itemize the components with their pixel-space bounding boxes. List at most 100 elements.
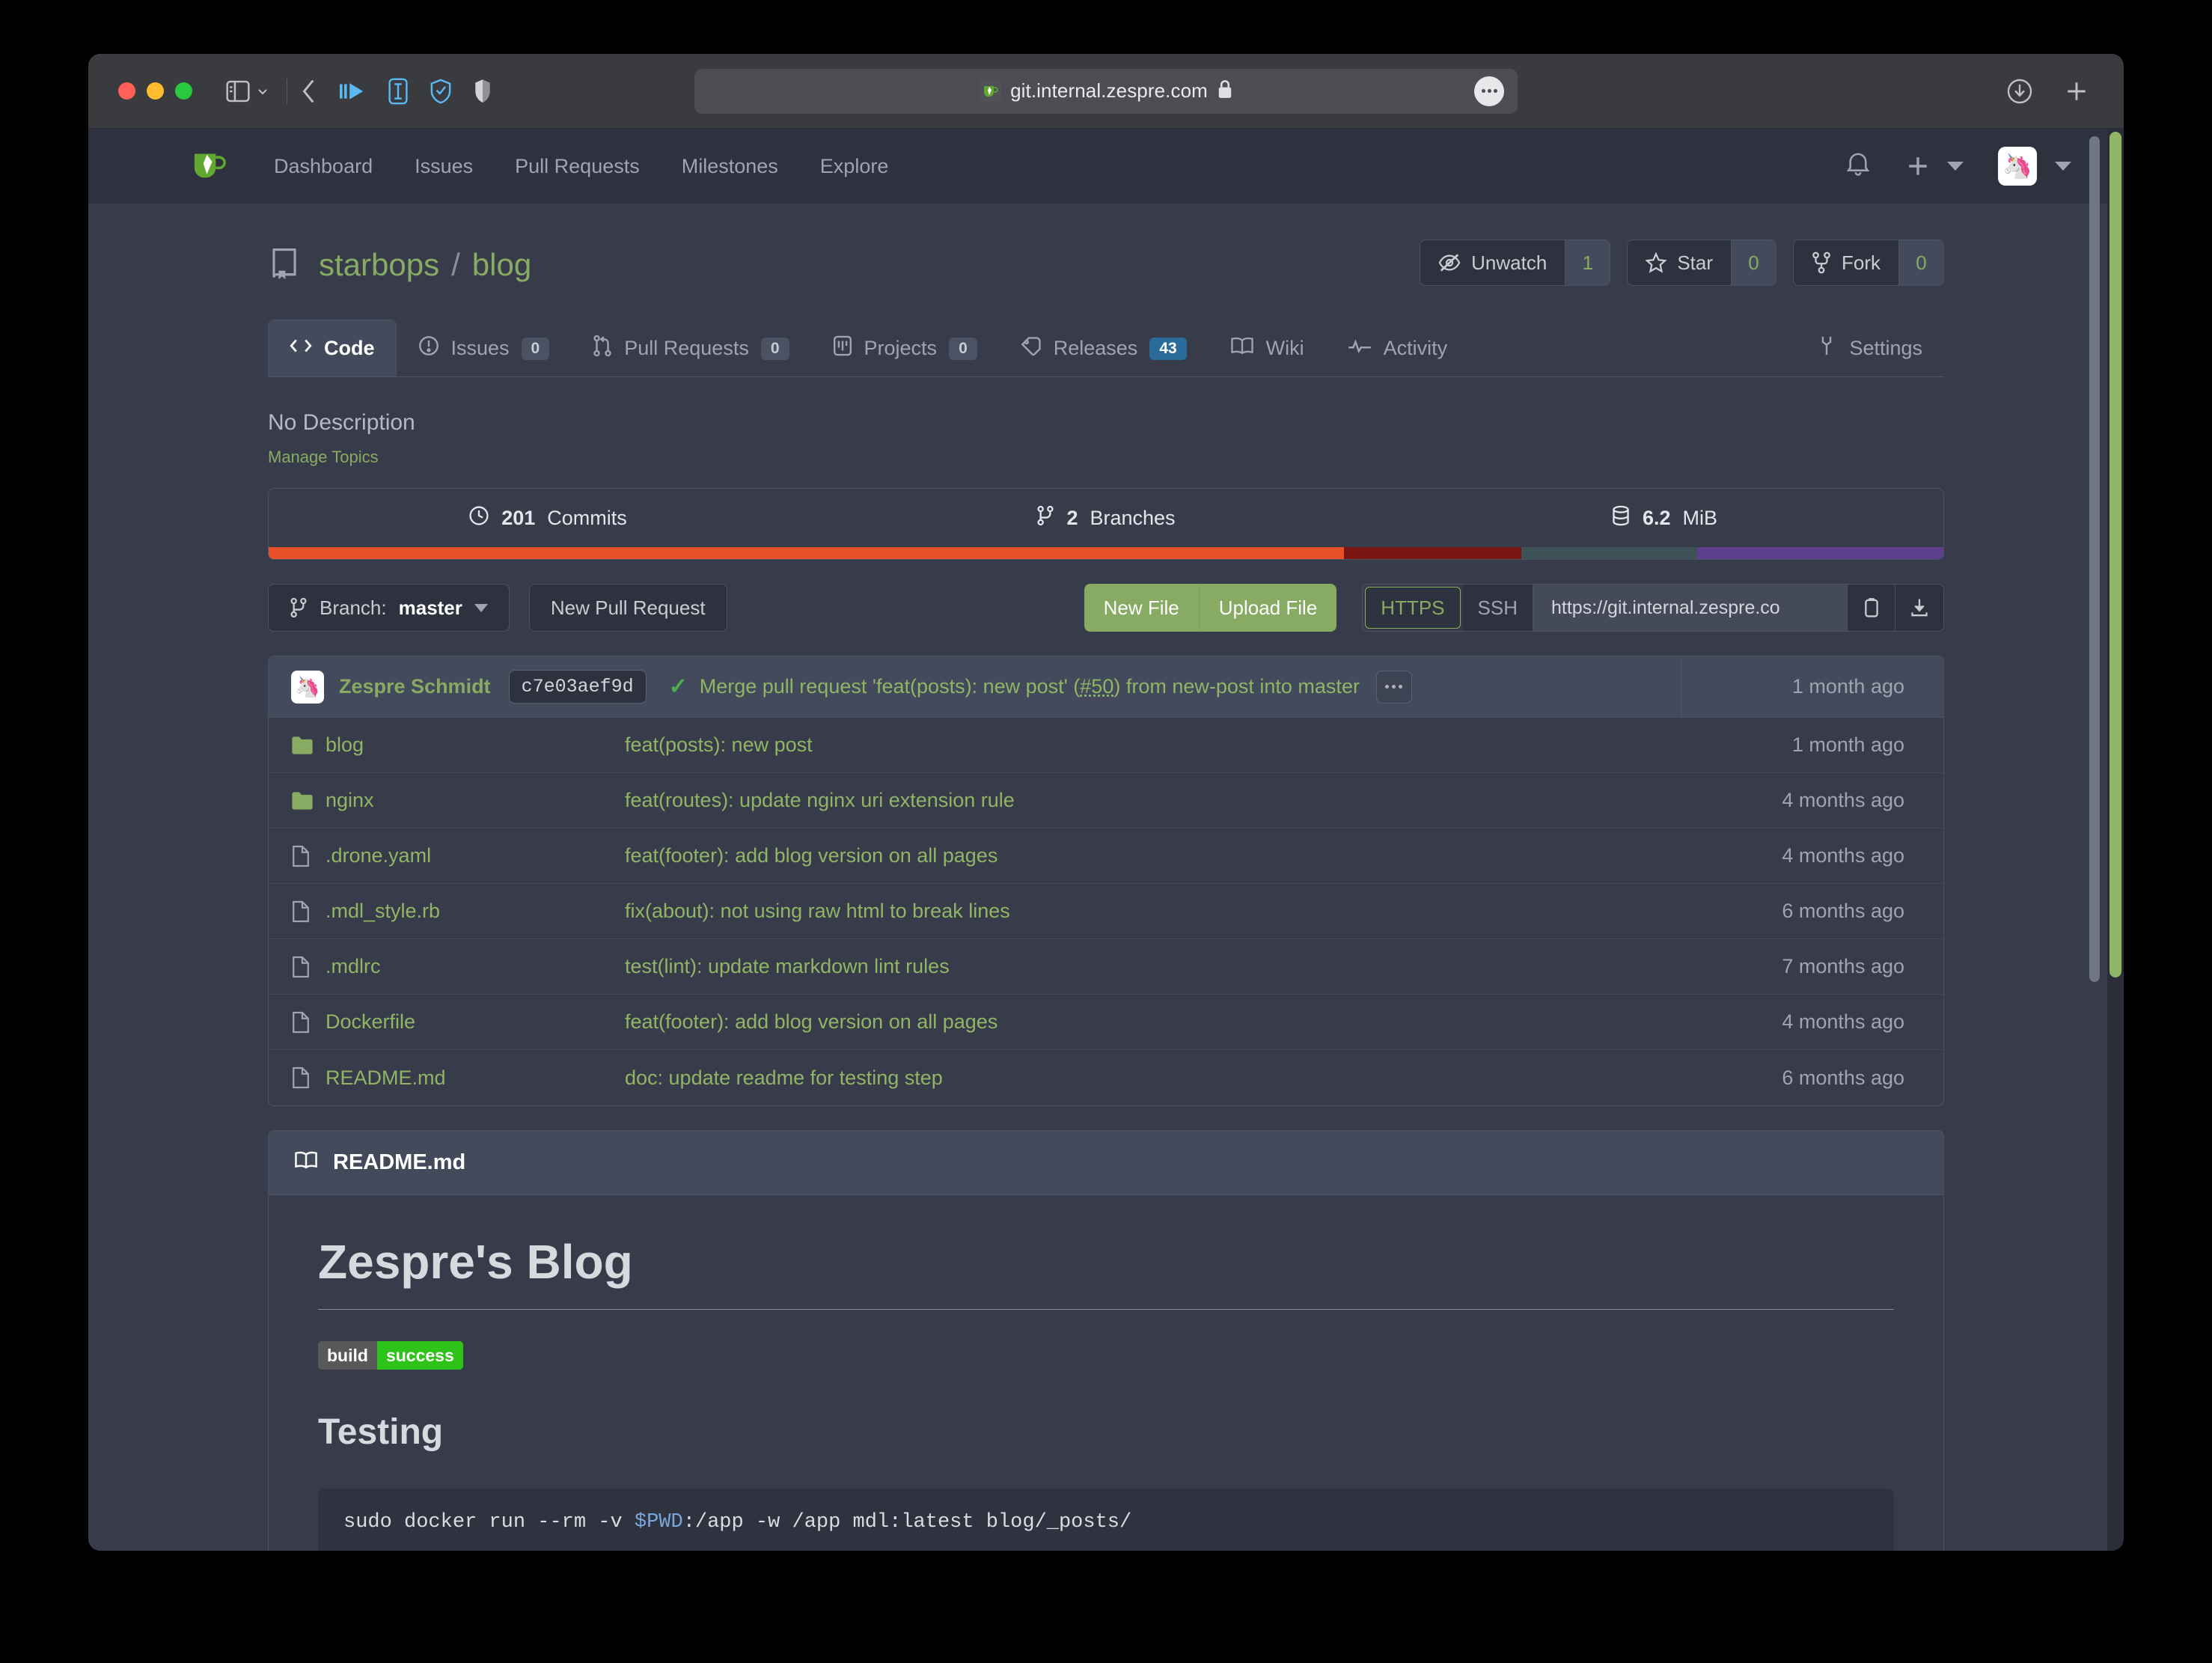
manage-topics-link[interactable]: Manage Topics: [268, 448, 1944, 467]
bell-icon[interactable]: [1845, 151, 1871, 182]
file-commit-message[interactable]: feat(footer): add blog version on all pa…: [625, 844, 1681, 867]
window-traffic-lights[interactable]: [118, 82, 192, 100]
commit-message-link[interactable]: Merge pull request 'feat(posts): new pos…: [700, 675, 1360, 698]
file-commit-message[interactable]: feat(footer): add blog version on all pa…: [625, 1010, 1681, 1034]
tab-overview-icon[interactable]: [340, 80, 367, 103]
upload-file-button[interactable]: Upload File: [1200, 584, 1337, 632]
repo-stats-panel: 201 Commits 2: [268, 488, 1944, 560]
issue-opened-icon: [418, 335, 439, 361]
clone-ssh-button[interactable]: SSH: [1463, 585, 1533, 631]
file-commit-message[interactable]: feat(routes): update nginx uri extension…: [625, 789, 1681, 812]
nav-pull-requests[interactable]: Pull Requests: [515, 155, 640, 178]
fork-button[interactable]: Fork: [1794, 240, 1898, 285]
new-tab-plus-icon[interactable]: [2064, 79, 2089, 104]
shield-check-icon[interactable]: [430, 79, 452, 104]
file-row[interactable]: Dockerfilefeat(footer): add blog version…: [269, 995, 1943, 1050]
gitea-logo[interactable]: [190, 147, 229, 186]
file-row[interactable]: nginxfeat(routes): update nginx uri exte…: [269, 773, 1943, 829]
repo-path-separator: /: [451, 247, 460, 283]
file-commit-message[interactable]: fix(about): not using raw html to break …: [625, 900, 1681, 923]
user-menu[interactable]: 🦄: [1998, 147, 2071, 186]
commit-author-link[interactable]: Zespre Schmidt: [339, 675, 491, 698]
star-button[interactable]: Star: [1628, 240, 1731, 285]
page-inner-scrollbar-thumb[interactable]: [2089, 136, 2100, 982]
clone-url-input[interactable]: https://git.internal.zespre.co: [1533, 585, 1848, 631]
file-row[interactable]: blogfeat(posts): new post1 month ago: [269, 718, 1943, 773]
tab-pull-requests[interactable]: Pull Requests 0: [571, 320, 810, 376]
stat-branches[interactable]: 2 Branches: [827, 489, 1385, 547]
tab-releases[interactable]: Releases 43: [999, 320, 1209, 376]
file-row[interactable]: .mdlrctest(lint): update markdown lint r…: [269, 939, 1943, 995]
fork-button-group[interactable]: Fork 0: [1793, 239, 1944, 286]
wrench-icon: [1816, 335, 1837, 361]
tab-issues[interactable]: Issues 0: [397, 320, 572, 376]
commit-expand-button[interactable]: [1376, 671, 1412, 704]
commit-message-suffix: ) from new-post into master: [1113, 675, 1360, 698]
tab-wiki[interactable]: Wiki: [1209, 320, 1326, 376]
tab-projects[interactable]: Projects 0: [811, 320, 999, 376]
tab-code[interactable]: Code: [268, 320, 397, 376]
unwatch-button-group[interactable]: Unwatch 1: [1420, 239, 1610, 286]
tag-icon: [1021, 336, 1042, 361]
stat-commits[interactable]: 201 Commits: [269, 489, 827, 547]
file-name-link[interactable]: .drone.yaml: [326, 844, 625, 867]
nav-dashboard[interactable]: Dashboard: [274, 155, 373, 178]
repo-name-link[interactable]: blog: [472, 247, 531, 283]
repo-owner-link[interactable]: starbops: [319, 247, 439, 283]
browser-scrollbar-thumb[interactable]: [2109, 132, 2121, 977]
language-segment-3: [1697, 547, 1943, 559]
sidebar-toggle-icon[interactable]: [225, 80, 251, 103]
nav-issues[interactable]: Issues: [415, 155, 473, 178]
new-file-button[interactable]: New File: [1084, 584, 1200, 632]
sidebar-chevron-down-icon[interactable]: [255, 84, 270, 99]
file-name-link[interactable]: blog: [326, 733, 625, 757]
clone-https-button[interactable]: HTTPS: [1365, 587, 1460, 629]
create-new-menu[interactable]: [1905, 153, 1964, 179]
language-segment-1: [1344, 547, 1521, 559]
file-timestamp: 4 months ago: [1681, 789, 1921, 812]
file-name-link[interactable]: Dockerfile: [326, 1010, 625, 1034]
url-bar[interactable]: git.internal.zespre.com: [694, 69, 1518, 114]
file-name-link[interactable]: README.md: [326, 1067, 625, 1090]
nav-explore[interactable]: Explore: [820, 155, 889, 178]
more-ellipsis-icon[interactable]: [1474, 76, 1504, 106]
download-icon[interactable]: [2007, 79, 2032, 104]
repository-icon: [268, 248, 301, 282]
new-pull-request-button[interactable]: New Pull Request: [529, 584, 727, 632]
privacy-shield-icon[interactable]: [473, 79, 492, 104]
reader-view-icon[interactable]: [388, 78, 409, 105]
file-row[interactable]: .mdl_style.rbfix(about): not using raw h…: [269, 884, 1943, 939]
back-chevron-icon[interactable]: [299, 79, 319, 104]
unwatch-button[interactable]: Unwatch: [1420, 240, 1565, 285]
download-zip-icon[interactable]: [1895, 585, 1943, 631]
file-row[interactable]: .drone.yamlfeat(footer): add blog versio…: [269, 829, 1943, 884]
file-name-link[interactable]: .mdlrc: [326, 955, 625, 978]
browser-scrollbar-track[interactable]: [2107, 129, 2124, 1551]
file-commit-message[interactable]: doc: update readme for testing step: [625, 1067, 1681, 1090]
repository-tabs: Code Issues 0: [268, 320, 1944, 377]
build-status-badge: build success: [318, 1341, 463, 1370]
check-mark-icon: ✓: [669, 674, 688, 700]
database-icon: [1611, 505, 1631, 531]
file-commit-message[interactable]: feat(posts): new post: [625, 733, 1681, 757]
stat-size[interactable]: 6.2 MiB: [1385, 489, 1943, 547]
file-name-link[interactable]: nginx: [326, 789, 625, 812]
repo-stats-row: 201 Commits 2: [269, 489, 1943, 547]
file-commit-message[interactable]: test(lint): update markdown lint rules: [625, 955, 1681, 978]
nav-milestones[interactable]: Milestones: [682, 155, 778, 178]
commit-issue-ref[interactable]: #50: [1080, 675, 1113, 698]
close-window-button[interactable]: [118, 82, 135, 100]
tab-settings[interactable]: Settings: [1794, 320, 1944, 376]
folder-icon: [291, 791, 326, 811]
maximize-window-button[interactable]: [175, 82, 192, 100]
clipboard-copy-icon[interactable]: [1848, 585, 1895, 631]
language-color-bar: [269, 547, 1943, 559]
branch-selector-button[interactable]: Branch: master: [268, 584, 510, 632]
url-text: git.internal.zespre.com: [1010, 79, 1208, 103]
star-button-group[interactable]: Star 0: [1627, 239, 1776, 286]
tab-activity[interactable]: Activity: [1326, 320, 1470, 376]
commit-sha-link[interactable]: c7e03aef9d: [509, 670, 647, 704]
file-row[interactable]: README.mddoc: update readme for testing …: [269, 1050, 1943, 1105]
file-name-link[interactable]: .mdl_style.rb: [326, 900, 625, 923]
minimize-window-button[interactable]: [147, 82, 164, 100]
